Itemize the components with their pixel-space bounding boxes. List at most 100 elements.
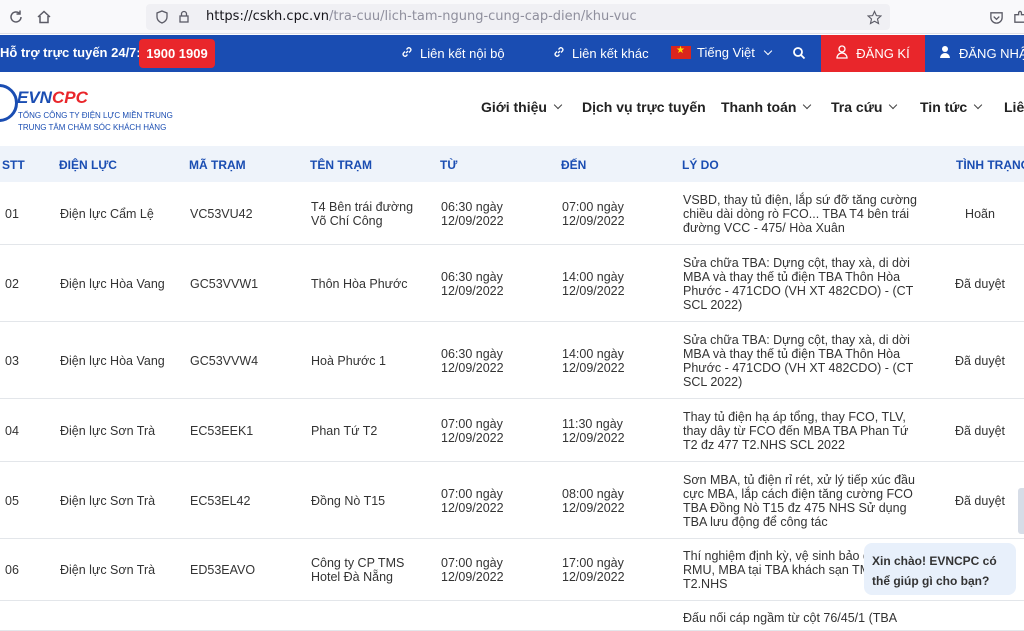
cell-line: 12/09/2022 (441, 361, 504, 375)
cell-line: 06:30 ngày (441, 200, 503, 214)
cell-ten: Thôn Hòa Phước (311, 277, 436, 291)
column-header-ma-tram: MÃ TRẠM (189, 158, 246, 172)
column-header-den: ĐẾN (561, 158, 587, 172)
cell-ten: Đồng Nò T15 (311, 494, 436, 508)
cell-dienluc: Điện lực Hòa Vang (60, 354, 185, 368)
cell-line: 12/09/2022 (562, 501, 625, 515)
cell-line: 17:00 ngày (562, 556, 624, 570)
chat-bubble[interactable]: Xin chào! EVNCPC có thể giúp gì cho bạn? (864, 543, 1016, 595)
cell-stt: 06 (5, 563, 45, 577)
cell-den: 11:30 ngày 12/09/2022 (562, 417, 677, 445)
cell-line: Điện lực Sơn Trà (60, 424, 156, 438)
register-button[interactable]: ĐĂNG KÍ (821, 35, 925, 72)
cell-line: 07:00 ngày (562, 200, 624, 214)
cell-line: 01 (5, 207, 19, 221)
chevron-down-icon (803, 100, 812, 110)
cell-den: 07:00 ngày 12/09/2022 (562, 200, 677, 228)
cell-stt: 01 (5, 207, 45, 221)
logo-name[interactable]: EVNCPC (17, 88, 88, 108)
nav-item-thanh-toan[interactable]: Thanh toán (721, 99, 812, 115)
hotline-number[interactable]: 1900 1909 (139, 39, 215, 68)
cell-line: 14:00 ngày (562, 270, 624, 284)
cell-line: 07:00 ngày (441, 487, 503, 501)
table-row: 04 Điện lực Sơn Trà EC53EEK1 Phan Tứ T2 07:0… (0, 399, 1024, 462)
cell-line: Hoà Phước 1 (311, 354, 386, 368)
cell-line: GC53VVW1 (190, 277, 259, 291)
cell-line: 06 (5, 563, 19, 577)
nav-item-lien-he[interactable]: Liên hệ (1004, 99, 1024, 115)
cell-den: 14:00 ngày 12/09/2022 (562, 270, 677, 298)
cell-tu: 06:30 ngày 12/09/2022 (441, 270, 556, 298)
side-tab[interactable] (1018, 488, 1024, 534)
pocket-icon[interactable] (986, 7, 1006, 27)
cell-tu: 06:30 ngày 12/09/2022 (441, 347, 556, 375)
cell-stt: 03 (5, 354, 45, 368)
cell-line: Thôn Hòa Phước (311, 277, 408, 291)
chat-line-2: thể giúp gì cho bạn? (872, 574, 990, 588)
cell-tu: 07:00 ngày 12/09/2022 (441, 417, 556, 445)
cell-line: VC53VU42 (190, 207, 253, 221)
cell-dienluc: Điện lực Sơn Trà (60, 563, 185, 577)
shield-icon[interactable] (152, 7, 172, 27)
other-links-link[interactable]: Liên kết khác (552, 45, 649, 62)
cell-line: 12/09/2022 (441, 284, 504, 298)
cell-line: 04 (5, 424, 19, 438)
search-icon[interactable] (792, 46, 806, 60)
cell-ten: Công ty CP TMS Hotel Đà Nẵng (311, 556, 436, 584)
language-selector[interactable]: Tiếng Việt (671, 45, 773, 60)
lock-icon[interactable] (174, 7, 194, 27)
home-icon[interactable] (34, 7, 54, 27)
cell-ma: VC53VU42 (190, 207, 305, 221)
column-header-tinh-trang: TÌNH TRẠNG (956, 158, 1024, 172)
cell-line: Phước - 471CDO (VH XT 482CDO) - (CT (683, 284, 914, 298)
logo-subtitle-1: TỔNG CÔNG TY ĐIỆN LỰC MIỀN TRUNG (18, 111, 173, 120)
cell-line: VSBD, thay tủ điện, lắp sứ đỡ tăng cường (683, 193, 917, 207)
cell-line: đường VCC - 475/ Hòa Xuân (683, 221, 845, 235)
nav-item-tra-cuu[interactable]: Tra cứu (831, 99, 898, 115)
cell-line: 08:00 ngày (562, 487, 624, 501)
cell-ma: EC53EEK1 (190, 424, 305, 438)
cell-den: 14:00 ngày 12/09/2022 (562, 347, 677, 375)
cell-line: Thay tủ điện hạ áp tổng, thay FCO, TLV, (683, 410, 906, 424)
cell-line: SCL 2022) (683, 298, 743, 312)
cell-lydo: Sơn MBA, tủ điện rỉ rét, xử lý tiếp xúc … (683, 473, 918, 529)
cell-ma: ED53EAVO (190, 563, 305, 577)
extension-icon[interactable] (1010, 7, 1024, 27)
cell-ma: GC53VVW4 (190, 354, 305, 368)
chat-line-1: Xin chào! EVNCPC có (872, 554, 997, 568)
nav-item-gioi-thieu[interactable]: Giới thiệu (481, 99, 563, 115)
other-links-label: Liên kết khác (572, 46, 649, 61)
table-row: Đấu nối cáp ngầm từ cột 76/45/1 (TBA (0, 601, 1024, 631)
browser-toolbar: https://cskh.cpc.vn/tra-cuu/lich-tam-ngu… (0, 0, 1024, 34)
cell-tu: 07:00 ngày 12/09/2022 (441, 487, 556, 515)
login-label: ĐĂNG NHẬP (959, 46, 1024, 61)
table-row: 01 Điện lực Cẩm Lệ VC53VU42 T4 Bên trái đườ… (0, 182, 1024, 245)
cell-line: Sửa chữa TBA: Dựng cột, thay xà, di dời (683, 333, 910, 347)
cell-ten: Phan Tứ T2 (311, 424, 436, 438)
cell-line: Điện lực Hòa Vang (60, 354, 165, 368)
nav-item-tin-tuc[interactable]: Tin tức (920, 99, 983, 115)
user-icon (939, 45, 951, 62)
url-bar[interactable]: https://cskh.cpc.vn/tra-cuu/lich-tam-ngu… (146, 4, 890, 30)
internal-links-link[interactable]: Liên kết nội bộ (400, 45, 505, 62)
column-header-tu: TỪ (440, 158, 458, 172)
cell-line: Điện lực Sơn Trà (60, 563, 156, 577)
evncpc-logo-icon[interactable] (0, 84, 18, 122)
bookmark-star-icon[interactable] (864, 7, 884, 27)
cell-line: T4 Bên trái đường (311, 200, 414, 214)
top-bar: Hỗ trợ trực tuyến 24/7: 1900 1909 Liên k… (0, 35, 1024, 72)
cell-line: Đã duyệt (954, 354, 1006, 368)
cell-line: Công ty CP TMS (311, 556, 405, 570)
reload-icon[interactable] (6, 7, 26, 27)
cell-lydo: VSBD, thay tủ điện, lắp sứ đỡ tăng cường… (683, 193, 918, 235)
column-header-ten-tram: TÊN TRẠM (310, 158, 372, 172)
cell-dienluc: Điện lực Hòa Vang (60, 277, 185, 291)
column-header-stt: STT (2, 158, 25, 172)
login-button[interactable]: ĐĂNG NHẬP (925, 35, 1024, 72)
chevron-down-icon (973, 100, 983, 110)
link-icon (552, 45, 566, 62)
cell-line: Võ Chí Công (311, 214, 383, 228)
nav-item-dich-vu[interactable]: Dịch vụ trực tuyến (582, 99, 706, 115)
cell-line: Phước - 471CDO (VH XT 482CDO) - (CT (683, 361, 914, 375)
cell-line: MBA và thay thế tủ điện TBA Thôn Hòa (683, 347, 901, 361)
